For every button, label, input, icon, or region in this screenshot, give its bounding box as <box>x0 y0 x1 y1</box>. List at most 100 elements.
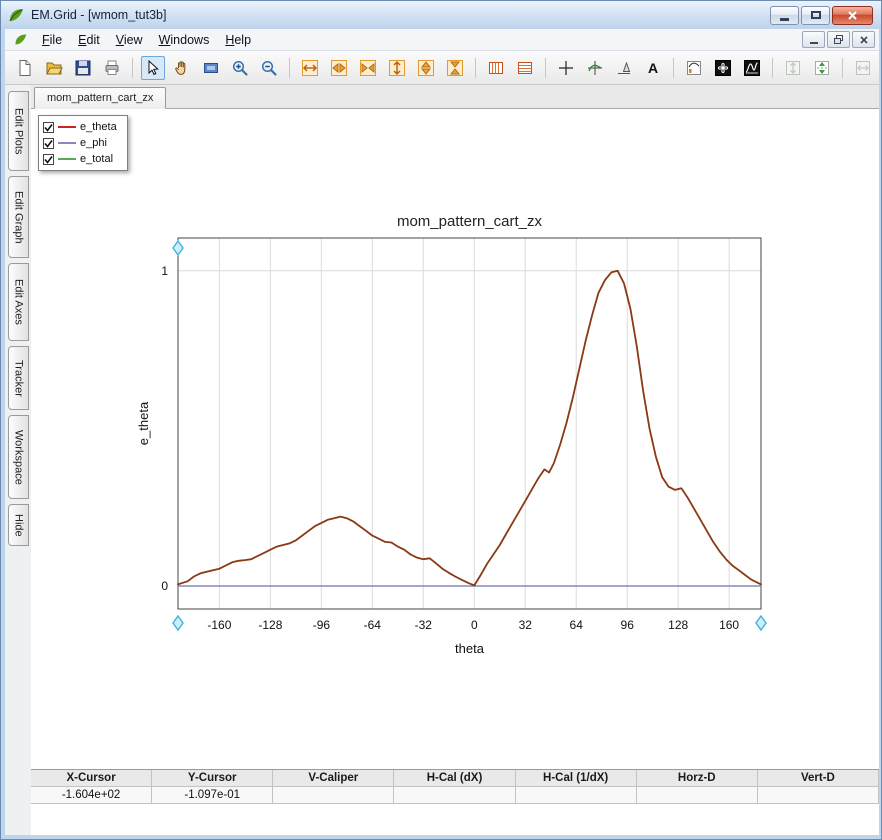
zoom-in-icon[interactable] <box>228 56 252 80</box>
legend-item: e_theta <box>43 119 123 135</box>
chart-region: -160 -128 -96 -64 -32 0 32 64 96 128 160 0 1 mom_patt… <box>31 109 879 769</box>
legend-line-sample <box>58 142 76 144</box>
select-tool-icon[interactable] <box>141 55 165 80</box>
axis-scale-handle[interactable] <box>755 614 767 632</box>
legend-checkbox-e-total[interactable] <box>43 153 54 165</box>
svg-text:-64: -64 <box>364 618 382 632</box>
title-bar[interactable]: EM.Grid - [wmom_tut3b] <box>1 1 881 29</box>
client-area: Edit Plots Edit Graph Edit Axes Tracker … <box>5 85 879 835</box>
axis-scale-handle[interactable] <box>172 614 184 632</box>
status-header: V-Caliper <box>273 770 395 787</box>
save-icon[interactable] <box>71 56 95 80</box>
close-button[interactable] <box>832 5 873 25</box>
status-value <box>757 787 879 804</box>
cursor-status-table: X-Cursor Y-Cursor V-Caliper H-Cal (dX) H… <box>31 769 879 804</box>
status-value <box>273 787 395 804</box>
content-footer <box>31 804 879 835</box>
text-annotation-icon[interactable]: A <box>641 56 665 80</box>
legend-checkbox-e-theta[interactable] <box>43 121 54 133</box>
legend-panel[interactable]: e_theta e_phi e_total <box>38 115 128 171</box>
svg-text:0: 0 <box>161 579 168 593</box>
toolbar-separator <box>842 57 843 78</box>
sidebar-tab-tracker[interactable]: Tracker <box>8 346 29 410</box>
shrink-x-icon[interactable] <box>356 56 380 80</box>
zoom-out-icon[interactable] <box>257 56 281 80</box>
status-header: Y-Cursor <box>152 770 274 787</box>
menu-edit[interactable]: Edit <box>70 30 108 50</box>
menu-file[interactable]: File <box>34 30 70 50</box>
status-header: Horz-D <box>636 770 758 787</box>
scroll-x-icon[interactable] <box>327 56 351 80</box>
menu-help[interactable]: Help <box>217 30 259 50</box>
svg-text:32: 32 <box>519 618 533 632</box>
maximize-button[interactable] <box>801 5 830 25</box>
sidebar-tab-edit-plots[interactable]: Edit Plots <box>8 91 29 171</box>
chart-ylabel: e_theta <box>136 401 151 445</box>
grid-rows-icon[interactable] <box>513 56 537 80</box>
autoscale-y-icon[interactable] <box>781 56 805 80</box>
open-file-icon[interactable] <box>42 56 66 80</box>
minimize-button[interactable] <box>770 5 799 25</box>
svg-text:160: 160 <box>719 618 739 632</box>
legend-item: e_total <box>43 151 123 167</box>
mdi-minimize-button[interactable] <box>802 31 825 48</box>
content-area: mom_pattern_cart_zx -160 -128 -96 -64 -32 0 32… <box>31 85 879 835</box>
status-value <box>515 787 637 804</box>
app-icon <box>7 6 25 24</box>
mdi-close-button[interactable] <box>852 31 875 48</box>
svg-text:-128: -128 <box>258 618 282 632</box>
document-tab[interactable]: mom_pattern_cart_zx <box>34 87 167 109</box>
autoscale-x-icon[interactable] <box>851 56 875 80</box>
status-header: H-Cal (dX) <box>394 770 516 787</box>
shrink-y-icon[interactable] <box>443 56 467 80</box>
chart-canvas[interactable]: -160 -128 -96 -64 -32 0 32 64 96 128 160 0 1 mom_patt… <box>31 109 879 769</box>
scroll-y-icon[interactable] <box>414 56 438 80</box>
series-e_theta <box>177 269 762 587</box>
legend-line-sample <box>58 158 76 160</box>
svg-text:128: 128 <box>668 618 688 632</box>
pan-tool-icon[interactable] <box>170 56 194 80</box>
document-icon[interactable] <box>13 32 28 47</box>
status-value: -1.604e+02 <box>31 787 153 804</box>
toolbar-separator <box>545 57 546 78</box>
toolbar-separator <box>289 57 290 78</box>
document-tab-bar: mom_pattern_cart_zx <box>31 85 879 109</box>
axis-scale-handle[interactable] <box>172 239 184 257</box>
tick-labels: -160 -128 -96 -64 -32 0 32 64 96 128 160 0 1 <box>161 264 739 632</box>
expand-y-icon[interactable] <box>385 56 409 80</box>
grid-columns-icon[interactable] <box>484 56 508 80</box>
polar-plot-icon[interactable] <box>711 56 735 80</box>
chart-xlabel: theta <box>455 641 485 656</box>
status-value: -1.097e-01 <box>152 787 274 804</box>
chart-title: mom_pattern_cart_zx <box>397 213 543 230</box>
svg-text:-96: -96 <box>313 618 331 632</box>
mdi-restore-button[interactable] <box>827 31 850 48</box>
series-e_total <box>177 270 762 587</box>
plot-style-icon[interactable] <box>682 56 706 80</box>
svg-text:-160: -160 <box>207 618 231 632</box>
caliper-tool-icon[interactable] <box>612 56 636 80</box>
legend-checkbox-e-phi[interactable] <box>43 137 54 149</box>
legend-item: e_phi <box>43 135 123 151</box>
toolbar-separator <box>132 57 133 78</box>
app-window: EM.Grid - [wmom_tut3b] File Edit View Wi… <box>0 0 882 840</box>
menu-windows[interactable]: Windows <box>151 30 218 50</box>
status-value <box>394 787 516 804</box>
expand-x-icon[interactable] <box>298 56 322 80</box>
print-icon[interactable] <box>100 56 124 80</box>
menu-view[interactable]: View <box>108 30 151 50</box>
fit-y-icon[interactable] <box>810 56 834 80</box>
sidebar-tab-edit-axes[interactable]: Edit Axes <box>8 263 29 341</box>
tracker-tool-icon[interactable] <box>583 56 607 80</box>
new-file-icon[interactable] <box>13 56 37 80</box>
crosshair-icon[interactable] <box>554 56 578 80</box>
sidebar-tab-workspace[interactable]: Workspace <box>8 415 29 499</box>
sidebar-tab-hide[interactable]: Hide <box>8 504 29 546</box>
status-value <box>636 787 758 804</box>
toolbar-separator <box>772 57 773 78</box>
svg-text:-32: -32 <box>415 618 433 632</box>
sidebar-tab-edit-graph[interactable]: Edit Graph <box>8 176 29 258</box>
grid-lines <box>178 238 761 609</box>
cartesian-plot-icon[interactable] <box>740 56 764 80</box>
zoom-box-tool-icon[interactable] <box>199 56 223 80</box>
